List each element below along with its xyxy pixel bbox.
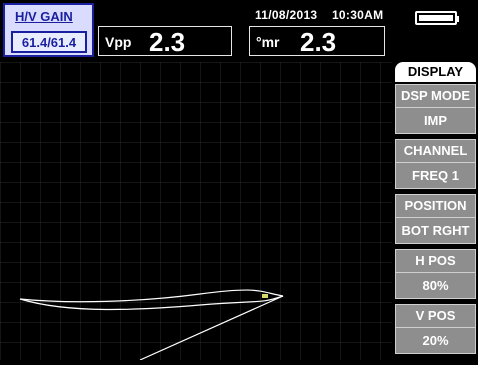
display-menu: DISPLAY DSP MODE IMP CHANNEL FREQ 1 POSI… [392, 62, 478, 360]
datetime: 11/08/2013 10:30AM [255, 8, 383, 22]
h-pos-label: H POS [396, 250, 475, 272]
v-pos-value: 20% [396, 327, 475, 353]
hv-gain-box[interactable]: H/V GAIN 61.4/61.4 [3, 3, 94, 57]
v-pos-label: V POS [396, 305, 475, 327]
menu-title-display[interactable]: DISPLAY [395, 62, 476, 82]
menu-item-h-pos[interactable]: H POS 80% [395, 249, 476, 299]
hv-gain-value: 61.4/61.4 [11, 31, 87, 53]
mr-value: 2.3 [300, 27, 337, 57]
mr-readout: °mr 2.3 [249, 26, 385, 57]
dsp-mode-value: IMP [396, 107, 475, 133]
channel-value: FREQ 1 [396, 162, 475, 188]
h-pos-value: 80% [396, 272, 475, 298]
impedance-plot[interactable] [0, 62, 392, 361]
mr-label: °mr [256, 34, 280, 50]
trace-cursor [262, 294, 268, 298]
position-label: POSITION [396, 195, 475, 217]
menu-item-channel[interactable]: CHANNEL FREQ 1 [395, 139, 476, 189]
battery-icon [415, 11, 459, 25]
plot-svg [0, 62, 392, 361]
menu-item-dsp-mode[interactable]: DSP MODE IMP [395, 84, 476, 134]
battery-fill [419, 15, 453, 21]
vpp-readout: Vpp 2.3 [98, 26, 232, 57]
time-text: 10:30AM [331, 8, 384, 22]
menu-item-position[interactable]: POSITION BOT RGHT [395, 194, 476, 244]
hv-gain-title: H/V GAIN [15, 9, 73, 24]
position-value: BOT RGHT [396, 217, 475, 243]
dsp-mode-label: DSP MODE [396, 85, 475, 107]
vpp-value: 2.3 [149, 27, 186, 57]
channel-label: CHANNEL [396, 140, 475, 162]
top-status-bar: H/V GAIN 61.4/61.4 Vpp 2.3 °mr 2.3 11/08… [0, 0, 478, 60]
vpp-label: Vpp [105, 34, 132, 50]
plot-grid [0, 62, 392, 360]
menu-item-v-pos[interactable]: V POS 20% [395, 304, 476, 354]
date-text: 11/08/2013 [255, 8, 318, 22]
